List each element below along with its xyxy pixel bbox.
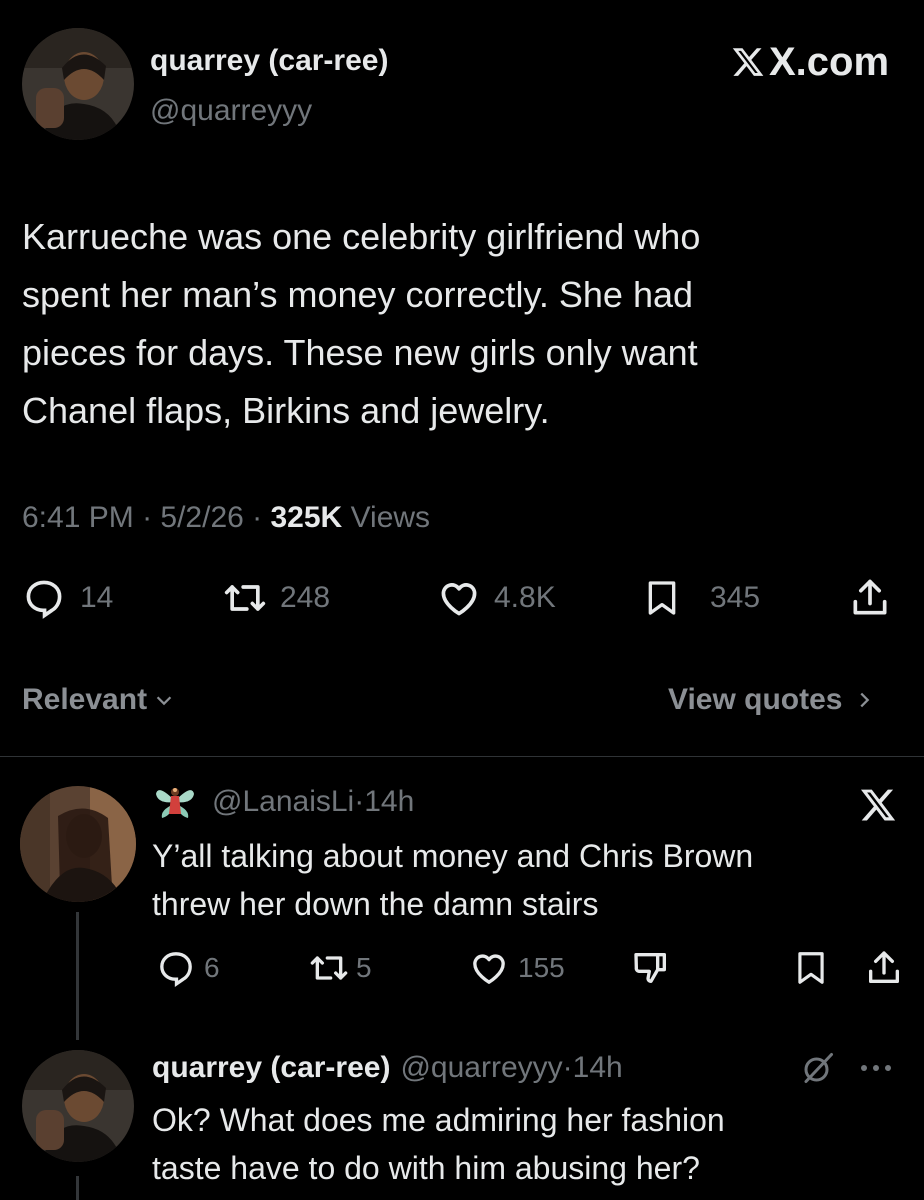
- reply2-header: quarrey (car-ree) @quarreyyy · 14h: [152, 1051, 623, 1085]
- reply-repost-button[interactable]: 5: [308, 948, 372, 988]
- share-icon[interactable]: [848, 576, 892, 620]
- like-count: 4.8K: [494, 581, 556, 614]
- tweet-time[interactable]: 6:41 PM: [22, 501, 134, 534]
- repost-icon: [222, 576, 268, 620]
- x-watermark: X.com: [730, 39, 890, 84]
- view-quotes-label: View quotes: [668, 683, 843, 716]
- bookmark-count: 345: [710, 581, 761, 614]
- reply-repost-count: 5: [356, 952, 372, 983]
- reply2-author-name[interactable]: quarrey (car-ree): [152, 1051, 390, 1085]
- reply-line: Ok? What does me admiring her fashion: [152, 1102, 725, 1138]
- reply-like-count: 155: [518, 952, 565, 983]
- author-name[interactable]: quarrey (car-ree): [150, 44, 388, 78]
- sort-label: Relevant: [22, 683, 148, 716]
- views-label: Views: [350, 501, 431, 534]
- reply-button[interactable]: 14: [22, 576, 113, 620]
- reply2-text: Ok? What does me admiring her fashion ta…: [152, 1096, 725, 1192]
- reply-avatar[interactable]: [20, 786, 136, 902]
- dislike-icon[interactable]: [630, 948, 672, 988]
- author-handle[interactable]: @quarreyyy: [150, 94, 312, 128]
- more-icon[interactable]: [858, 1056, 894, 1080]
- reply-icon: [156, 948, 196, 988]
- reply-reply-button[interactable]: 6: [156, 948, 220, 988]
- x-logo-icon: [730, 45, 766, 79]
- share-icon[interactable]: [864, 948, 904, 988]
- reply-header: @LanaisLi · 14h: [152, 782, 414, 822]
- tweet-line: pieces for days. These new girls only wa…: [22, 332, 698, 373]
- views-count: 325K: [270, 501, 343, 534]
- reply-icon: [22, 576, 66, 620]
- tweet-line: Karrueche was one celebrity girlfriend w…: [22, 216, 701, 257]
- bookmark-icon[interactable]: [792, 948, 830, 988]
- reply-line: threw her down the damn stairs: [152, 886, 599, 922]
- reply2-time[interactable]: 14h: [573, 1051, 623, 1085]
- tweet-line: Chanel flaps, Birkins and jewelry.: [22, 390, 550, 431]
- author-avatar[interactable]: [22, 28, 134, 140]
- tweet-line: spent her man’s money correctly. She had: [22, 274, 694, 315]
- reply-line: taste have to do with him abusing her?: [152, 1150, 700, 1186]
- tweet-text: Karrueche was one celebrity girlfriend w…: [22, 208, 700, 440]
- like-icon: [468, 948, 510, 988]
- reply-reply-count: 6: [204, 952, 220, 983]
- bookmark-icon: [642, 576, 682, 620]
- fairy-emoji-icon: [152, 782, 198, 822]
- chevron-down-icon: [153, 689, 175, 711]
- chevron-right-icon: [853, 688, 875, 712]
- divider: [0, 756, 924, 757]
- sort-dropdown[interactable]: Relevant: [22, 680, 175, 720]
- tweet-meta: 6:41 PM · 5/2/26 · 325K Views: [22, 501, 431, 534]
- bookmark-button[interactable]: 345: [642, 576, 760, 620]
- reply-time[interactable]: 14h: [364, 785, 414, 819]
- reply2-avatar[interactable]: [22, 1050, 134, 1162]
- repost-button[interactable]: 248: [222, 576, 330, 620]
- reply2-handle[interactable]: @quarreyyy: [400, 1051, 562, 1085]
- reply-text: Y’all talking about money and Chris Brow…: [152, 832, 753, 928]
- view-quotes-link[interactable]: View quotes: [668, 680, 875, 720]
- like-button[interactable]: 4.8K: [436, 576, 556, 620]
- like-icon: [436, 576, 482, 620]
- repost-icon: [308, 948, 350, 988]
- x-logo-icon: [858, 786, 898, 824]
- grok-icon[interactable]: [800, 1050, 836, 1086]
- tweet-date[interactable]: 5/2/26: [160, 501, 243, 534]
- repost-count: 248: [280, 581, 331, 614]
- reply-line: Y’all talking about money and Chris Brow…: [152, 838, 754, 874]
- thread-line: [76, 912, 79, 1040]
- watermark-text: X.com: [769, 39, 890, 84]
- reply-handle[interactable]: @LanaisLi: [212, 785, 354, 819]
- reply-like-button[interactable]: 155: [468, 948, 565, 988]
- thread-line: [76, 1176, 79, 1200]
- reply-count: 14: [80, 581, 114, 614]
